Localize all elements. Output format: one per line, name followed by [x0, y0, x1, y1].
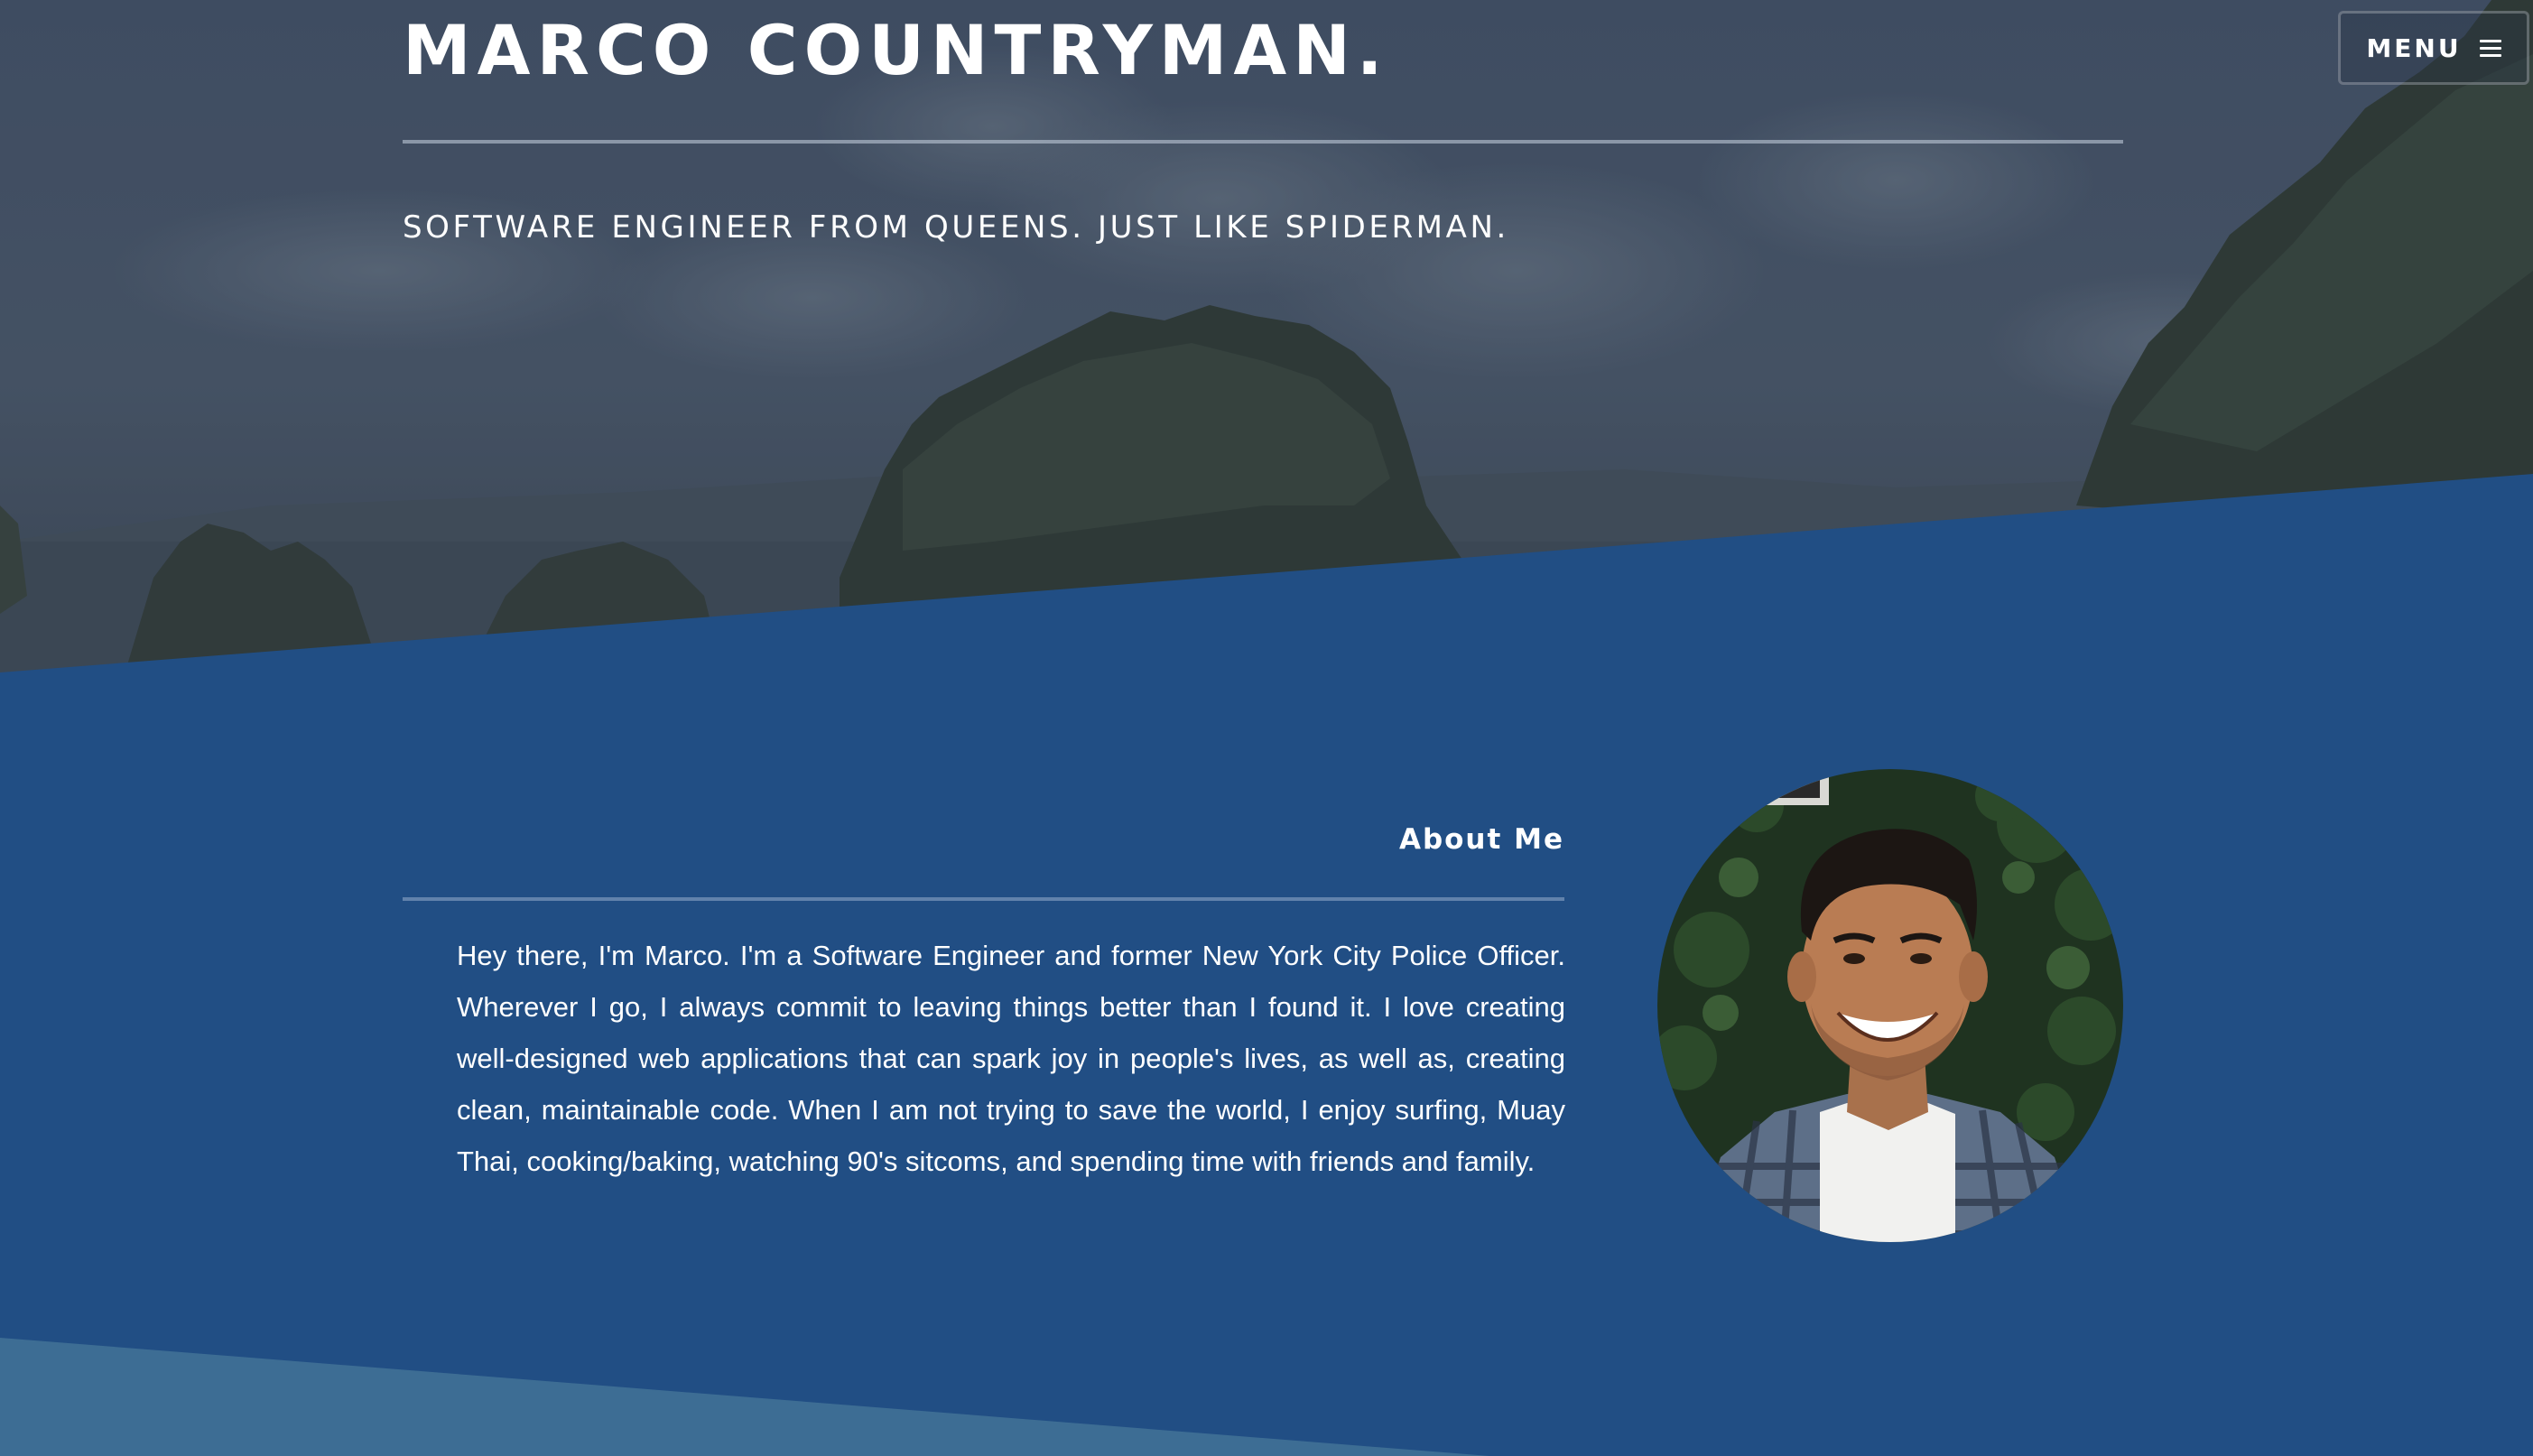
- menu-button[interactable]: MENU: [2338, 11, 2529, 85]
- page: MARCO COUNTRYMAN. SOFTWARE ENGINEER FROM…: [0, 0, 2533, 1456]
- hamburger-icon: [2479, 38, 2501, 58]
- profile-photo: [1657, 769, 2123, 1242]
- hero-background-image: [0, 0, 2533, 686]
- hero-banner: MARCO COUNTRYMAN. SOFTWARE ENGINEER FROM…: [0, 0, 2533, 686]
- site-tagline: SOFTWARE ENGINEER FROM QUEENS. JUST LIKE…: [403, 209, 1509, 246]
- menu-label: MENU: [2366, 32, 2462, 63]
- about-body: Hey there, I'm Marco. I'm a Software Eng…: [457, 940, 1565, 1177]
- site-title: MARCO COUNTRYMAN.: [403, 10, 1389, 90]
- about-heading: About Me: [1398, 823, 1564, 856]
- section-divider-band: [0, 1338, 1489, 1456]
- hero-divider: [403, 140, 2123, 144]
- about-divider: [403, 897, 1564, 901]
